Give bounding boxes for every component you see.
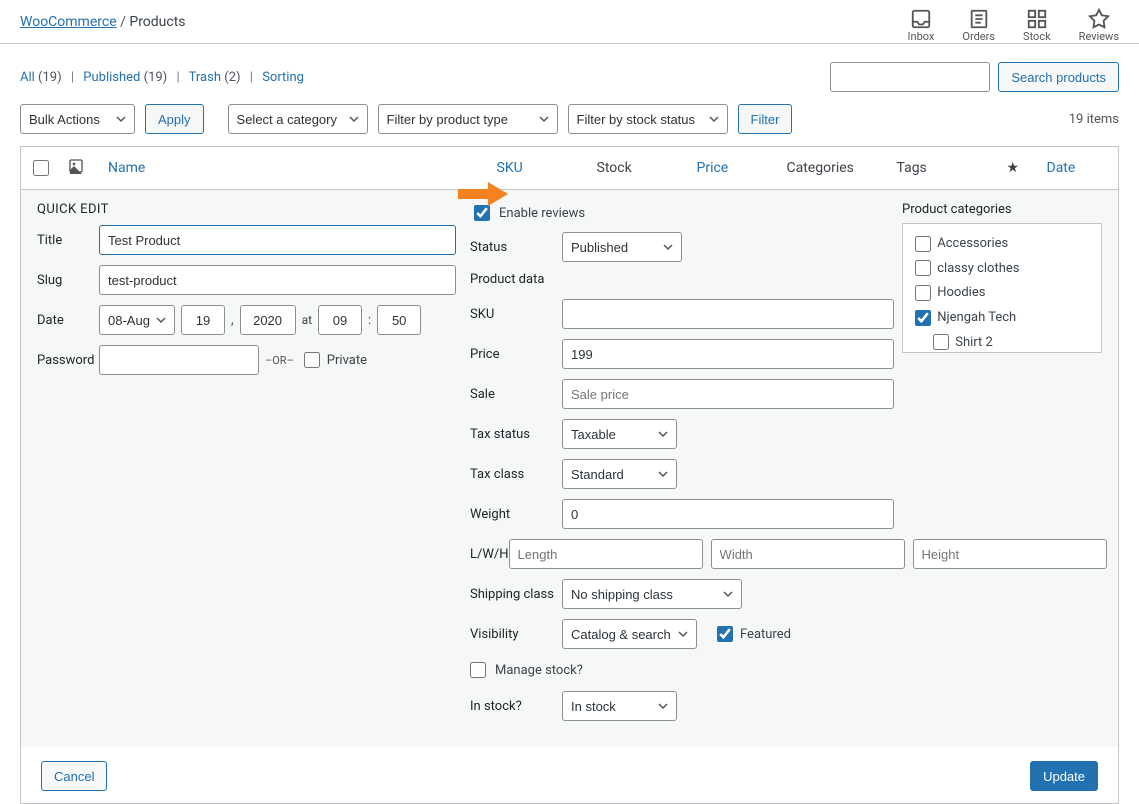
featured-checkbox[interactable] <box>717 626 733 642</box>
col-featured: ★ <box>999 147 1039 190</box>
tax-class-select[interactable]: Standard <box>562 459 677 489</box>
cat-shirt-2[interactable] <box>933 334 949 350</box>
inbox-icon[interactable]: Inbox <box>908 8 935 43</box>
sale-input[interactable] <box>562 379 894 409</box>
status-label: Status <box>470 240 562 255</box>
col-tags: Tags <box>889 147 999 190</box>
product-data-heading: Product data <box>470 272 894 287</box>
col-name[interactable]: Name <box>100 147 489 190</box>
search-button[interactable]: Search products <box>998 62 1119 92</box>
update-button[interactable]: Update <box>1030 761 1098 791</box>
filter-type-select[interactable]: Filter by product type <box>378 104 558 134</box>
tax-status-label: Tax status <box>470 427 562 442</box>
year-input[interactable] <box>240 305 296 335</box>
price-input[interactable] <box>562 339 894 369</box>
shipping-class-label: Shipping class <box>470 587 562 602</box>
sku-label: SKU <box>470 307 562 322</box>
weight-label: Weight <box>470 507 562 522</box>
date-label: Date <box>37 313 99 328</box>
cancel-button[interactable]: Cancel <box>41 761 107 791</box>
sku-input[interactable] <box>562 299 894 329</box>
minute-input[interactable] <box>377 305 421 335</box>
orders-icon[interactable]: Orders <box>962 8 995 43</box>
title-input[interactable] <box>99 225 456 255</box>
status-select[interactable]: Published <box>562 232 682 262</box>
search-input[interactable] <box>830 62 990 92</box>
stock-icon[interactable]: Stock <box>1023 8 1051 43</box>
manage-stock-checkbox[interactable] <box>470 662 486 678</box>
cat-hoodies[interactable] <box>915 285 931 301</box>
slug-label: Slug <box>37 273 99 288</box>
bulk-actions-select[interactable]: Bulk Actions <box>20 104 135 134</box>
visibility-select[interactable]: Catalog & search <box>562 619 697 649</box>
tax-status-select[interactable]: Taxable <box>562 419 677 449</box>
filter-published[interactable]: Published <box>83 70 140 85</box>
password-label: Password <box>37 353 99 368</box>
col-stock: Stock <box>589 147 689 190</box>
width-input[interactable] <box>711 539 905 569</box>
breadcrumb-leaf: Products <box>129 14 185 30</box>
instock-label: In stock? <box>470 699 562 714</box>
apply-button[interactable]: Apply <box>145 104 204 134</box>
col-price[interactable]: Price <box>689 147 779 190</box>
slug-input[interactable] <box>99 265 456 295</box>
table-header-row: Name SKU Stock Price Categories Tags ★ D… <box>21 147 1119 190</box>
quick-edit-heading: QUICK EDIT <box>37 202 456 217</box>
filter-trash[interactable]: Trash <box>189 70 221 85</box>
filter-button[interactable]: Filter <box>738 104 793 134</box>
title-label: Title <box>37 233 99 248</box>
annotation-arrow <box>458 180 508 208</box>
breadcrumb-root[interactable]: WooCommerce <box>20 14 117 30</box>
col-date[interactable]: Date <box>1039 147 1119 190</box>
shipping-class-select[interactable]: No shipping class <box>562 579 742 609</box>
subsub-filters: All (19) | Published (19) | Trash (2) | … <box>20 70 304 85</box>
image-column-icon <box>60 147 100 190</box>
reviews-icon[interactable]: Reviews <box>1079 8 1119 43</box>
password-input[interactable] <box>99 345 259 375</box>
tax-class-label: Tax class <box>470 467 562 482</box>
filter-sorting[interactable]: Sorting <box>262 70 304 85</box>
cat-accessories[interactable] <box>915 236 931 252</box>
cat-classy-clothes[interactable] <box>915 260 931 276</box>
filter-category-select[interactable]: Select a category <box>228 104 368 134</box>
product-categories-box[interactable]: Accessories classy clothes Hoodies Njeng… <box>902 223 1102 353</box>
items-count: 19 items <box>1069 112 1119 127</box>
select-all-checkbox[interactable] <box>33 160 49 176</box>
cat-njengah-tech[interactable] <box>915 310 931 326</box>
visibility-label: Visibility <box>470 627 562 642</box>
lwh-label: L/W/H <box>470 547 509 562</box>
sale-label: Sale <box>470 387 562 402</box>
instock-select[interactable]: In stock <box>562 691 677 721</box>
day-input[interactable] <box>181 305 225 335</box>
filter-stock-select[interactable]: Filter by stock status <box>568 104 728 134</box>
col-categories: Categories <box>779 147 889 190</box>
weight-input[interactable] <box>562 499 894 529</box>
month-select[interactable]: 08-Aug <box>99 305 175 335</box>
filter-all[interactable]: All <box>20 70 35 85</box>
breadcrumb: WooCommerce / Products <box>20 8 186 30</box>
length-input[interactable] <box>509 539 703 569</box>
private-checkbox[interactable] <box>304 352 320 368</box>
product-categories-heading: Product categories <box>902 202 1102 217</box>
price-label: Price <box>470 347 562 362</box>
hour-input[interactable] <box>318 305 362 335</box>
